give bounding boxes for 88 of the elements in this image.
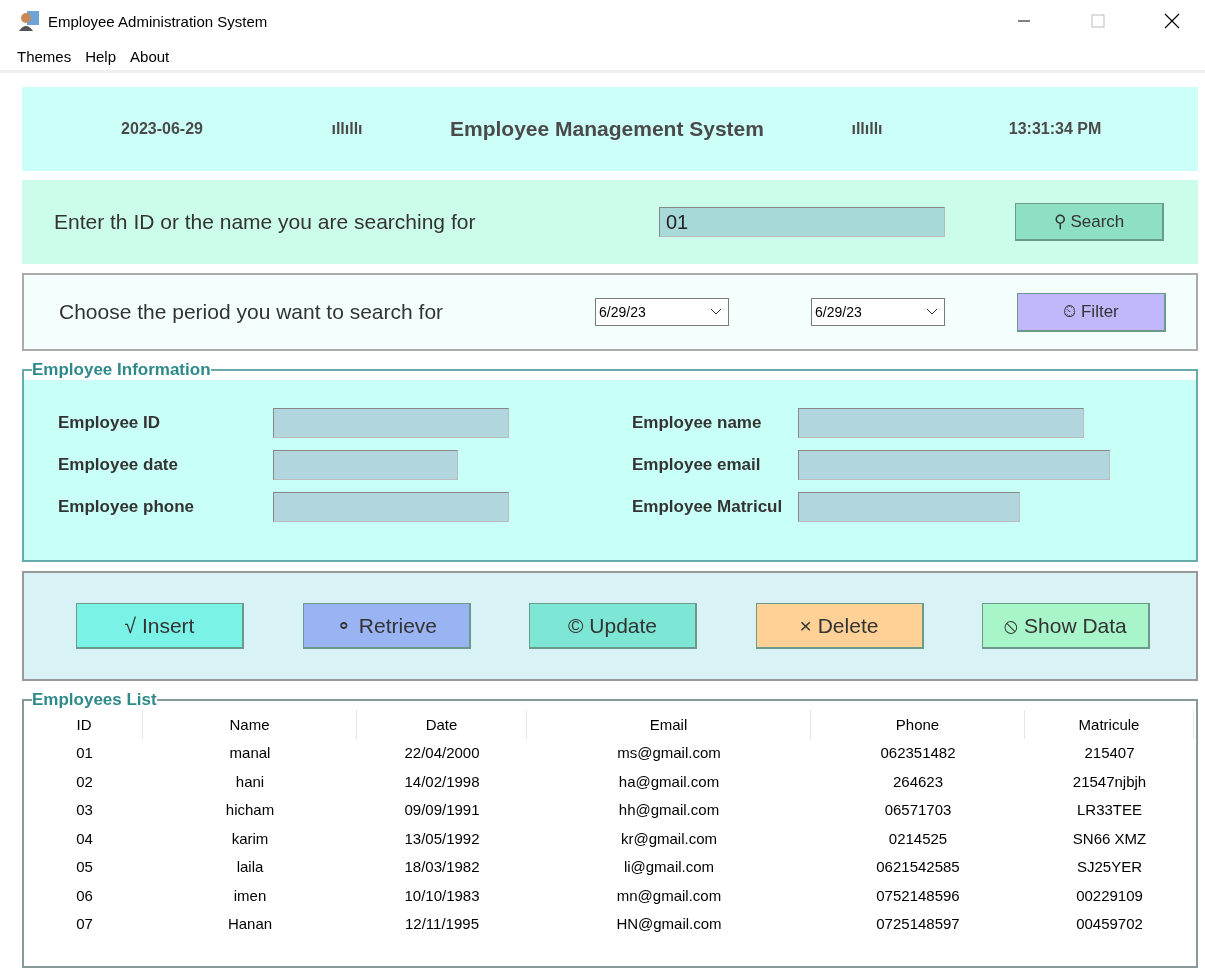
input-field[interactable] — [273, 492, 509, 522]
table-cell-text: 14/02/1998 — [403, 772, 481, 790]
filter-button[interactable]: ⏲ Filter — [1017, 292, 1166, 332]
table-cell-text: HN@gmail.com — [615, 915, 723, 933]
table-cell-text: 07 — [75, 915, 94, 933]
table-cell-text: ms@gmail.com — [616, 744, 722, 762]
search-button[interactable]: ⚲ Search — [1015, 203, 1164, 241]
app-title: Employee Management System — [450, 117, 764, 141]
field-label: Employee Matricul — [632, 497, 784, 517]
maximize-icon — [1091, 14, 1105, 28]
table-cell-text: 01 — [75, 744, 94, 762]
search-field[interactable]: 01 — [659, 207, 945, 237]
from-date-picker[interactable]: 6/29/23 — [595, 298, 729, 326]
close-icon — [1164, 13, 1180, 29]
table-cell-text: 21547njbjh — [1071, 772, 1148, 790]
table-cell-text: 00229109 — [1075, 886, 1144, 904]
window-title: Employee Administration System — [48, 12, 269, 30]
table-cell-text: 09/09/1991 — [403, 801, 481, 819]
field-label: Employee name — [632, 413, 763, 433]
table-cell-text: 10/10/1983 — [403, 886, 481, 904]
table-cell-text: 06571703 — [883, 801, 953, 819]
table-cell-text: kr@gmail.com — [619, 829, 719, 847]
table-cell-text: hani — [234, 772, 266, 790]
table-cell-text: 02 — [75, 772, 94, 790]
section-title: Employee Information — [32, 360, 211, 380]
table-cell-text: 0214525 — [887, 829, 949, 847]
table-cell-text: 0621542585 — [875, 858, 961, 876]
table-cell-text: ha@gmail.com — [617, 772, 721, 790]
field-label: Employee email — [632, 455, 762, 475]
clock-label: 13:31:34 PM — [1008, 120, 1102, 138]
section-title: Employees List — [32, 690, 157, 710]
date-label: 2023-06-29 — [121, 120, 203, 138]
action-button[interactable]: © Update — [529, 603, 697, 649]
table-cell-text: LR33TEE — [1075, 801, 1143, 819]
table-cell-text: SJ25YER — [1075, 858, 1143, 876]
field-label: Employee ID — [58, 413, 162, 433]
input-field[interactable] — [273, 408, 509, 438]
table-cell-text: 06 — [75, 886, 94, 904]
table-cell-text: 215407 — [1083, 744, 1136, 762]
table-cell-text: 264623 — [891, 772, 945, 790]
field-label: Employee date — [58, 455, 179, 475]
column-header[interactable]: Phone — [811, 710, 1025, 739]
table-cell-text: hh@gmail.com — [617, 801, 721, 819]
table-cell-text: 03 — [75, 801, 94, 819]
menu-item[interactable]: Help — [85, 47, 117, 65]
action-button[interactable]: ⦸ Show Data — [982, 603, 1150, 649]
bars-mark: ıllıllı — [331, 120, 363, 138]
column-header[interactable]: ID — [26, 710, 143, 739]
person-icon — [18, 10, 40, 32]
table-cell-text: 22/04/2000 — [403, 744, 481, 762]
chevron-down-icon — [710, 308, 722, 316]
table-cell-text: 04 — [75, 829, 94, 847]
to-date-picker[interactable]: 6/29/23 — [811, 298, 945, 326]
table-cell-text: 0725148597 — [875, 915, 961, 933]
action-button[interactable]: √ Insert — [76, 603, 244, 649]
table-cell-text: manal — [228, 744, 272, 762]
table-cell-text: 13/05/1992 — [403, 829, 481, 847]
input-field[interactable] — [273, 450, 458, 480]
table-cell-text: 18/03/1982 — [403, 858, 481, 876]
table-cell-text: imen — [232, 886, 268, 904]
table-cell-text: 05 — [75, 858, 94, 876]
table-cell-text: mn@gmail.com — [615, 886, 723, 904]
table-cell-text: laila — [235, 858, 265, 876]
input-field[interactable] — [798, 450, 1110, 480]
action-button[interactable]: × Delete — [755, 603, 924, 649]
table-cell-text: karim — [230, 829, 270, 847]
bars-mark: ıllıllı — [851, 120, 883, 138]
table-cell-text: 12/11/1995 — [404, 915, 480, 933]
column-header[interactable]: Name — [143, 710, 357, 739]
field-label: Employee phone — [58, 497, 196, 517]
input-field[interactable] — [798, 408, 1084, 438]
table-cell-text: Hanan — [226, 915, 274, 933]
table-cell-text: 0752148596 — [875, 886, 961, 904]
chevron-down-icon — [926, 308, 938, 316]
table-cell-text: 00459702 — [1075, 915, 1144, 933]
table-cell-text: SN66 XMZ — [1071, 829, 1148, 847]
table-cell-text: li@gmail.com — [622, 858, 716, 876]
period-prompt: Choose the period you want to search for — [59, 300, 445, 324]
column-header[interactable]: Date — [357, 710, 527, 739]
input-field[interactable] — [798, 492, 1020, 522]
column-header[interactable]: Email — [527, 710, 811, 739]
table-cell-text: hicham — [224, 801, 276, 819]
menu-item[interactable]: About — [130, 47, 170, 65]
column-header[interactable]: Matricule — [1025, 710, 1194, 739]
table-cell-text: 062351482 — [879, 744, 957, 762]
action-button[interactable]: ⚬ Retrieve — [302, 603, 471, 649]
menu-item[interactable]: Themes — [17, 47, 72, 65]
search-prompt: Enter th ID or the name you are searching for — [54, 210, 477, 234]
